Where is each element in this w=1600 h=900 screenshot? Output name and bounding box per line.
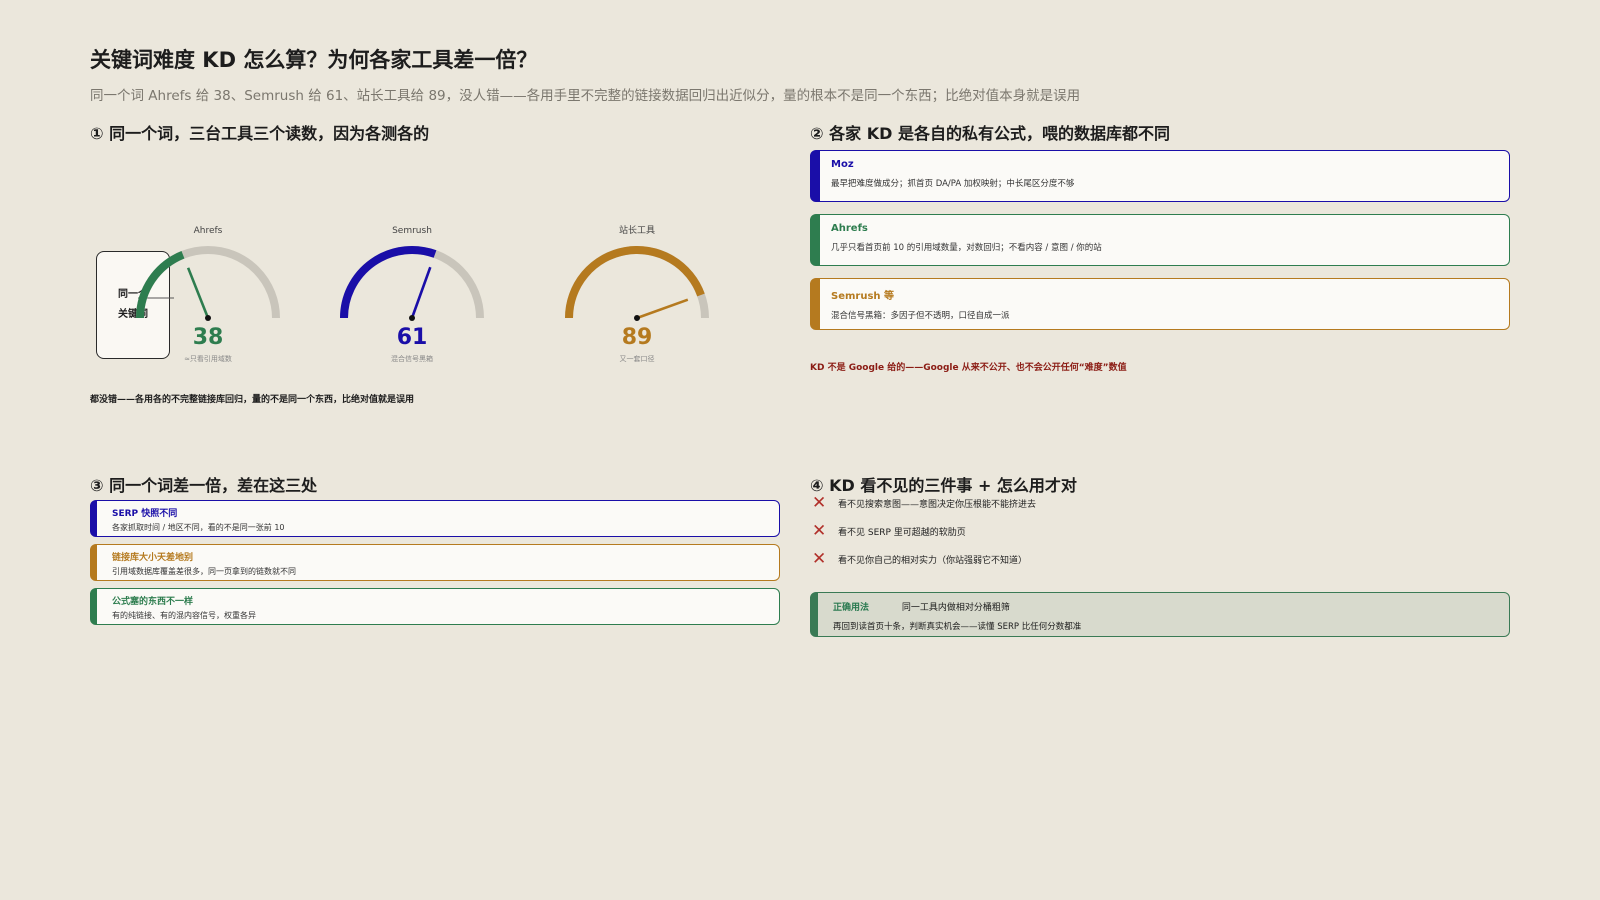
gauge-needle bbox=[410, 266, 432, 319]
formula-card-desc: 最早把难度做成分；抓首页 DA/PA 加权映射；中长尾区分度不够 bbox=[831, 179, 1075, 189]
blind-spot-text: 看不见搜索意图——意图决定你压根能不能挤进去 bbox=[838, 499, 1037, 510]
gauge-value-arc bbox=[136, 251, 185, 319]
gauge-track bbox=[565, 246, 709, 319]
gauge-panel: 同一个 关键词 Ahrefs 38 ≈只看引用域数 Semrush 61 混合信号黑箱 站长… bbox=[90, 215, 730, 375]
gauge-tool-name: Semrush bbox=[392, 226, 432, 236]
usage-box: 正确用法 同一工具内做相对分桶粗筛 再回到读首页十条，判断真实机会——读懂 SE… bbox=[810, 592, 1510, 637]
gauge-value-arc bbox=[340, 246, 437, 319]
page-subtitle: 同一个词 Ahrefs 给 38、Semrush 给 61、站长工具给 89，没… bbox=[90, 88, 1081, 104]
blind-spot-item: ✕ 看不见 SERP 里可超越的软肋页 bbox=[812, 522, 966, 540]
section1-heading: ① 同一个词，三台工具三个读数，因为各测各的 bbox=[90, 124, 430, 143]
blind-spot-item: ✕ 看不见搜索意图——意图决定你压根能不能挤进去 bbox=[812, 494, 1036, 512]
formula-card-moz: Moz 最早把难度做成分；抓首页 DA/PA 加权映射；中长尾区分度不够 bbox=[810, 150, 1510, 202]
formula-card-semrush: Semrush 等 混合信号黑箱：多因子但不透明，口径自成一派 bbox=[810, 278, 1510, 330]
gauge-hub bbox=[205, 315, 211, 321]
usage-line1: 同一工具内做相对分桶粗筛 bbox=[901, 603, 1010, 613]
gauge-track bbox=[340, 246, 484, 319]
diff-card-link-db: 链接库大小天差地别 引用域数据库覆盖差很多，同一页拿到的链数就不同 bbox=[90, 544, 780, 581]
diff-card-name: 链接库大小天差地别 bbox=[112, 553, 194, 563]
diff-card-name: 公式塞的东西不一样 bbox=[112, 597, 194, 607]
gauge-value: 61 bbox=[397, 325, 428, 350]
blind-spot-text: 看不见 SERP 里可超越的软肋页 bbox=[838, 527, 966, 538]
gauge-needle bbox=[186, 267, 210, 319]
formula-card-desc: 几乎只看首页前 10 的引用域数量，对数回归；不看内容 / 意图 / 你的站 bbox=[831, 243, 1102, 253]
section1-verdict: 都没错——各用各的不完整链接库回归，量的不是同一个东西，比绝对值就是误用 bbox=[90, 395, 415, 405]
formula-card-name: Semrush 等 bbox=[831, 291, 895, 302]
formula-card-name: Moz bbox=[831, 159, 854, 170]
gauge-tool-name: 站长工具 bbox=[619, 224, 655, 236]
diff-card-serp: SERP 快照不同 各家抓取时间 / 地区不同，看的不是同一张前 10 bbox=[90, 500, 780, 537]
diff-card-desc: 有的纯链接、有的混内容信号，权重各异 bbox=[112, 611, 256, 620]
gauge-value: 38 bbox=[193, 325, 224, 350]
gauge-value-arc bbox=[565, 246, 705, 319]
cross-icon: ✕ bbox=[812, 549, 827, 569]
gauge-caption: 又一套口径 bbox=[620, 354, 655, 363]
cross-icon: ✕ bbox=[812, 521, 827, 541]
diff-card-name: SERP 快照不同 bbox=[112, 509, 178, 519]
section2-heading: ② 各家 KD 是各自的私有公式，喂的数据库都不同 bbox=[810, 124, 1170, 143]
section3-heading: ③ 同一个词差一倍，差在这三处 bbox=[90, 476, 318, 495]
gauge-hub bbox=[634, 315, 640, 321]
page-title: 关键词难度 KD 怎么算？为何各家工具差一倍？ bbox=[90, 48, 538, 72]
formula-card-desc: 混合信号黑箱：多因子但不透明，口径自成一派 bbox=[831, 311, 1010, 321]
diff-card-desc: 引用域数据库覆盖差很多，同一页拿到的链数就不同 bbox=[112, 567, 296, 576]
blind-spot-text: 看不见你自己的相对实力（你站强弱它不知道） bbox=[838, 555, 1028, 566]
usage-label: 正确用法 bbox=[833, 603, 870, 613]
gauge-tool-name: Ahrefs bbox=[194, 226, 223, 236]
gauge-track bbox=[136, 246, 280, 319]
gauge-needle bbox=[636, 298, 689, 320]
gauge-caption: ≈只看引用域数 bbox=[184, 354, 232, 363]
diff-card-formula: 公式塞的东西不一样 有的纯链接、有的混内容信号，权重各异 bbox=[90, 588, 780, 625]
section4-heading: ④ KD 看不见的三件事 + 怎么用才对 bbox=[810, 476, 1077, 495]
formula-card-ahrefs: Ahrefs 几乎只看首页前 10 的引用域数量，对数回归；不看内容 / 意图 … bbox=[810, 214, 1510, 266]
blind-spot-item: ✕ 看不见你自己的相对实力（你站强弱它不知道） bbox=[812, 550, 1027, 568]
gauge-chart: Ahrefs 38 ≈只看引用域数 Semrush 61 混合信号黑箱 站长工具 89 又一套口… bbox=[136, 224, 709, 363]
usage-line2: 再回到读首页十条，判断真实机会——读懂 SERP 比任何分数都准 bbox=[833, 622, 1082, 632]
google-note: KD 不是 Google 给的——Google 从来不公开、也不会公开任何“难度… bbox=[810, 363, 1127, 373]
diff-card-desc: 各家抓取时间 / 地区不同，看的不是同一张前 10 bbox=[112, 523, 285, 532]
gauge-caption: 混合信号黑箱 bbox=[391, 354, 433, 363]
formula-card-name: Ahrefs bbox=[831, 223, 868, 234]
gauge-value: 89 bbox=[622, 325, 653, 350]
cross-icon: ✕ bbox=[812, 493, 827, 513]
gauge-hub bbox=[409, 315, 415, 321]
